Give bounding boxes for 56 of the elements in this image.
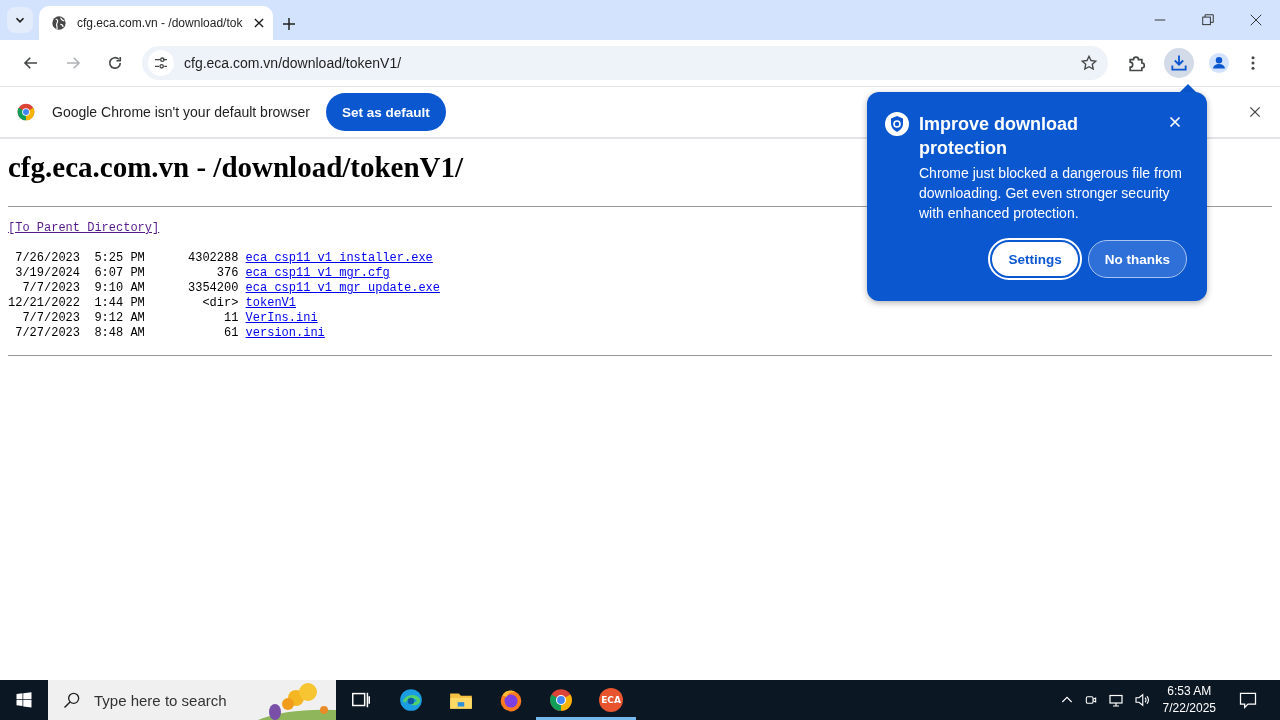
file-link[interactable]: version.ini: [245, 326, 325, 341]
file-time: 9:10 AM: [94, 281, 145, 296]
taskbar-search-field[interactable]: Type here to search: [48, 680, 336, 720]
browser-tab[interactable]: cfg.eca.com.vn - /download/tok: [39, 6, 273, 40]
file-date: 7/7/2023: [21, 281, 80, 296]
restore-icon[interactable]: [1201, 13, 1215, 27]
file-link[interactable]: tokenV1: [245, 296, 296, 311]
file-size: 61: [223, 326, 239, 341]
file-size: <dir>: [201, 296, 239, 311]
eca-app-icon[interactable]: ECA: [599, 688, 623, 712]
chrome-icon[interactable]: [548, 687, 574, 713]
file-link[interactable]: eca_csp11_v1_mgr.cfg: [245, 266, 390, 281]
file-size: 11: [223, 311, 239, 326]
file-date: 3/19/2024: [14, 266, 80, 281]
file-time: 6:07 PM: [94, 266, 145, 281]
file-size: 4302288: [187, 251, 239, 266]
back-icon[interactable]: [22, 54, 40, 72]
popup-message: Chrome just blocked a dangerous file from downloading. Get even stronger security with enhanced protection.: [919, 164, 1184, 223]
reload-icon[interactable]: [106, 54, 124, 72]
file-size: 376: [215, 266, 239, 281]
volume-icon[interactable]: [1132, 691, 1151, 709]
page-heading: cfg.eca.com.vn - /download/tokenV1/: [8, 151, 464, 184]
infobar-message: Google Chrome isn't your default browser: [52, 104, 310, 120]
file-time: 9:12 AM: [94, 311, 145, 326]
close-icon[interactable]: [1248, 105, 1262, 119]
file-link[interactable]: VerIns.ini: [245, 311, 318, 326]
file-link[interactable]: eca_csp11_v1_mgr_update.exe: [245, 281, 441, 296]
new-tab-icon[interactable]: [281, 16, 297, 32]
shield-icon[interactable]: [885, 112, 909, 136]
popup-title: Improve download protection: [919, 113, 1079, 160]
close-icon[interactable]: [1249, 13, 1263, 27]
file-time: 8:48 AM: [94, 326, 145, 341]
star-icon[interactable]: [1080, 54, 1098, 72]
site-settings-icon[interactable]: [153, 55, 169, 71]
profile-icon[interactable]: [1208, 52, 1230, 74]
address-bar[interactable]: cfg.eca.com.vn/download/tokenV1/: [142, 46, 1108, 80]
popup-button[interactable]: No thanks: [1087, 240, 1187, 278]
set-default-button[interactable]: Set as default: [325, 93, 446, 131]
file-time: 5:25 PM: [94, 251, 145, 266]
notifications-icon[interactable]: [1238, 690, 1258, 710]
parent-directory-link[interactable]: [To Parent Directory]: [8, 221, 160, 236]
search-icon[interactable]: [62, 690, 82, 710]
file-link[interactable]: eca_csp11_v1_installer.exe: [245, 251, 433, 266]
file-date: 7/26/2023: [14, 251, 80, 266]
file-date: 12/21/2022: [8, 296, 80, 311]
windows-start-icon[interactable]: [15, 691, 33, 709]
file-size: 3354200: [187, 281, 239, 296]
tab-search-button[interactable]: [7, 7, 33, 33]
file-time: 1:44 PM: [94, 296, 145, 311]
close-icon[interactable]: [252, 16, 267, 30]
file-date: 7/7/2023: [21, 311, 80, 326]
taskbar-clock[interactable]: 6:53 AM 7/22/2025: [1162, 683, 1216, 717]
popup-button[interactable]: Settings: [990, 240, 1080, 278]
globe-icon[interactable]: [51, 15, 67, 31]
file-date: 7/27/2023: [14, 326, 80, 341]
extensions-icon[interactable]: [1126, 53, 1146, 73]
